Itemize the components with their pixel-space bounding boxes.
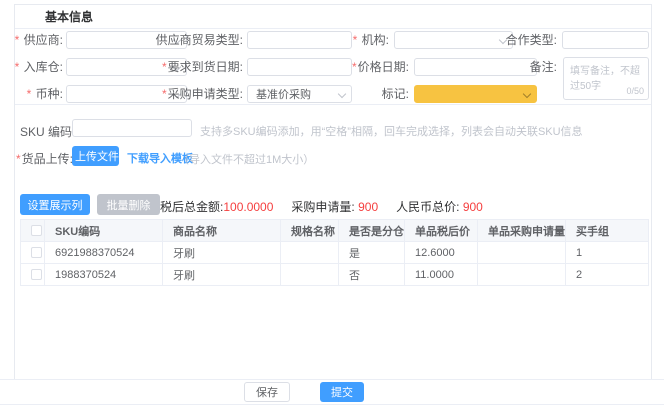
basic-info-card: 基本信息 * 供应商: 供应商贸易类型: * 机构: 合作类型: * 入库仓: … [14, 4, 652, 379]
request-qty-label: 采购申请量: [291, 200, 355, 214]
batch-delete-button[interactable]: 批量删除 [97, 194, 160, 215]
totals-summary: 税后总金额: 100.0000 采购申请量: 900 人民币总价: 900 [160, 198, 483, 215]
sku-code-label: SKU 编码: [20, 125, 76, 139]
cooperation-type-label: 合作类型: [505, 33, 557, 47]
cell-unit-price-after-tax: 11.0000 [404, 263, 478, 286]
cell-buyer-group: 1 [565, 241, 649, 264]
col-product-name: 商品名称 [162, 219, 281, 242]
basic-info-form: * 供应商: 供应商贸易类型: * 机构: 合作类型: * 入库仓: *要求到货… [15, 29, 651, 105]
purchase-request-type-select[interactable]: 基准价采购 [247, 85, 352, 103]
form-row-2: * 入库仓: *要求到货日期: *价格日期: 备注: [15, 58, 651, 76]
sku-table: SKU编码 商品名称 规格名称 是否是分仓SKU 单品税后价 单品采购申请量 买… [20, 219, 649, 286]
cny-total-label: 人民币总价: [396, 200, 460, 214]
goods-upload-label: *货品上传: [16, 152, 74, 166]
cell-unit-request-qty [477, 241, 566, 264]
upload-file-button[interactable]: 上传文件 [72, 146, 119, 166]
purchase-request-type-label: *采购申请类型: [161, 87, 243, 101]
supplier-label: * 供应商: [14, 33, 63, 47]
sku-content-area: SKU 编码: 支持多SKU编码添加，用“空格”相隔，回车完成选择，列表会自动关… [15, 105, 651, 352]
submit-button[interactable]: 提交 [320, 382, 364, 402]
cell-product-name: 牙刷 [162, 263, 281, 286]
mark-select[interactable] [414, 85, 537, 103]
table-header-row: SKU编码 商品名称 规格名称 是否是分仓SKU 单品税后价 单品采购申请量 买… [20, 219, 649, 242]
row-checkbox[interactable] [31, 247, 42, 259]
required-mark: * [16, 152, 21, 166]
cell-sku-code: 1988370524 [44, 263, 163, 286]
required-mark: * [26, 87, 32, 101]
cell-spec-name [280, 241, 339, 264]
cny-total-value: 900 [462, 199, 483, 214]
total-after-tax-value: 100.0000 [223, 199, 274, 214]
col-unit-request-qty: 单品采购申请量 [477, 219, 566, 242]
form-row-1: * 供应商: 供应商贸易类型: * 机构: 合作类型: [15, 31, 651, 49]
cooperation-type-input[interactable] [562, 31, 649, 49]
col-is-split-sku: 是否是分仓SKU [338, 219, 405, 242]
price-date-input[interactable] [414, 58, 537, 76]
col-buyer-group: 买手组 [565, 219, 649, 242]
section-header: 基本信息 [15, 5, 651, 29]
cell-sku-code: 6921988370524 [44, 241, 163, 264]
remark-label: 备注: [529, 60, 557, 74]
form-row-3: * 币种: *采购申请类型: 基准价采购 标记: [15, 85, 651, 103]
table-row: 6921988370524 牙刷 是 12.6000 1 [20, 241, 649, 264]
cell-is-split-sku: 否 [338, 263, 405, 286]
col-spec-name: 规格名称 [280, 219, 339, 242]
required-arrival-date-label: *要求到货日期: [161, 60, 243, 74]
cell-product-name: 牙刷 [162, 241, 281, 264]
save-button[interactable]: 保存 [244, 382, 290, 402]
required-mark: * [161, 60, 167, 74]
required-mark: * [161, 87, 167, 101]
chevron-down-icon [522, 89, 532, 99]
sku-code-input[interactable] [72, 119, 192, 137]
organization-select[interactable] [394, 31, 513, 49]
purchase-request-form-page: 基本信息 * 供应商: 供应商贸易类型: * 机构: 合作类型: * 入库仓: … [0, 0, 664, 415]
cell-is-split-sku: 是 [338, 241, 405, 264]
cell-unit-request-qty [477, 263, 566, 286]
warehouse-label: * 入库仓: [14, 60, 63, 74]
request-qty-value: 900 [358, 199, 379, 214]
table-row: 1988370524 牙刷 否 11.0000 2 [20, 263, 649, 286]
required-mark: * [352, 33, 358, 47]
currency-label: * 币种: [26, 87, 63, 101]
cell-spec-name [280, 263, 339, 286]
set-columns-button[interactable]: 设置展示列 [20, 194, 90, 215]
footer-action-bar: 保存 提交 [0, 379, 664, 405]
select-all-checkbox[interactable] [31, 225, 42, 237]
col-unit-price-after-tax: 单品税后价 [404, 219, 478, 242]
organization-label: * 机构: [352, 33, 389, 47]
cell-unit-price-after-tax: 12.6000 [404, 241, 478, 264]
required-arrival-date-input[interactable] [247, 58, 352, 76]
row-checkbox[interactable] [31, 269, 42, 281]
chevron-down-icon [337, 89, 347, 99]
section-title: 基本信息 [45, 10, 94, 24]
mark-label: 标记: [381, 87, 409, 101]
required-mark: * [14, 60, 20, 74]
required-mark: * [351, 60, 357, 74]
col-sku-code: SKU编码 [44, 219, 163, 242]
purchase-request-type-value: 基准价采购 [256, 89, 311, 101]
upload-size-note: （导入文件不超过1M大小） [178, 154, 315, 166]
total-after-tax-label: 税后总金额: [160, 200, 224, 214]
supplier-trade-type-label: 供应商贸易类型: [155, 33, 243, 47]
cell-buyer-group: 2 [565, 263, 649, 286]
sku-code-hint: 支持多SKU编码添加，用“空格”相隔，回车完成选择，列表会自动关联SKU信息 [200, 126, 583, 138]
required-mark: * [14, 33, 20, 47]
price-date-label: *价格日期: [351, 60, 409, 74]
supplier-trade-type-input[interactable] [247, 31, 352, 49]
